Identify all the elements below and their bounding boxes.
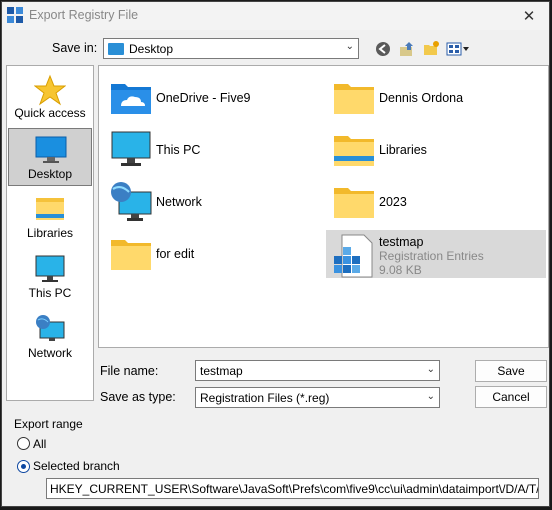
view-grid-icon bbox=[446, 42, 469, 56]
place-libraries[interactable]: Libraries bbox=[8, 188, 92, 246]
save-in-label: Save in: bbox=[52, 41, 98, 55]
place-network[interactable]: Network bbox=[8, 308, 92, 366]
selected-branch-input[interactable]: HKEY_CURRENT_USER\Software\JavaSoft\Pref… bbox=[46, 478, 539, 499]
file-name: 2023 bbox=[379, 195, 407, 209]
places-bar: Quick access Desktop Libraries This PC N… bbox=[6, 65, 94, 401]
up-folder-button[interactable] bbox=[397, 39, 417, 59]
file-type: Registration Entries bbox=[379, 249, 484, 263]
file-name: testmap bbox=[379, 235, 424, 249]
folder-icon bbox=[111, 240, 151, 270]
back-button[interactable] bbox=[373, 39, 393, 59]
file-item[interactable]: 2023 bbox=[326, 178, 546, 226]
place-label: Network bbox=[27, 346, 72, 360]
radio-selected-branch-label: Selected branch bbox=[33, 459, 120, 473]
save-button[interactable]: Save bbox=[475, 360, 547, 382]
chevron-down-icon: ⌄ bbox=[426, 391, 435, 402]
radio-all-label: All bbox=[33, 437, 47, 451]
file-name: This PC bbox=[156, 143, 201, 157]
monitor-icon bbox=[111, 131, 151, 166]
place-label: Desktop bbox=[27, 167, 73, 181]
radio-all[interactable] bbox=[17, 437, 30, 450]
place-label: Quick access bbox=[14, 106, 86, 120]
view-menu-button[interactable] bbox=[445, 39, 471, 59]
file-name: Network bbox=[156, 195, 202, 209]
file-name: for edit bbox=[156, 247, 195, 261]
new-folder-icon bbox=[424, 41, 439, 55]
save-in-value: Desktop bbox=[129, 41, 174, 56]
export-range-label: Export range bbox=[14, 417, 83, 431]
export-registry-dialog: Export Registry File ✕ Save in: Desktop … bbox=[1, 1, 550, 507]
folder-icon bbox=[334, 84, 374, 114]
folder-icon bbox=[334, 188, 374, 218]
file-size: 9.08 KB bbox=[379, 263, 422, 277]
place-quick-access[interactable]: Quick access bbox=[8, 68, 92, 126]
save-as-type-label: Save as type: bbox=[100, 390, 176, 404]
chevron-down-icon: ⌄ bbox=[345, 41, 354, 52]
place-label: Libraries bbox=[26, 226, 74, 240]
file-name: Dennis Ordona bbox=[379, 91, 464, 105]
file-item[interactable]: OneDrive - Five9 bbox=[103, 74, 323, 122]
file-item-selected[interactable]: testmap Registration Entries 9.08 KB bbox=[326, 230, 546, 278]
onedrive-folder-icon bbox=[111, 84, 151, 114]
file-list: OneDrive - Five9 Dennis Ordona This PC L… bbox=[98, 65, 549, 348]
place-desktop[interactable]: Desktop bbox=[8, 128, 92, 186]
desktop-icon bbox=[35, 136, 67, 163]
file-item[interactable]: This PC bbox=[103, 126, 323, 174]
save-as-type-value: Registration Files (*.reg) bbox=[200, 390, 330, 405]
close-icon: ✕ bbox=[522, 8, 536, 25]
file-name-label: File name: bbox=[100, 364, 159, 378]
libraries-folder-icon bbox=[334, 136, 374, 166]
file-name-value: testmap bbox=[200, 363, 243, 378]
place-this-pc[interactable]: This PC bbox=[8, 248, 92, 306]
file-item[interactable]: for edit bbox=[103, 230, 323, 278]
file-name: Libraries bbox=[379, 143, 427, 157]
desktop-small-icon bbox=[108, 42, 124, 55]
save-in-dropdown[interactable]: Desktop ⌄ bbox=[103, 38, 359, 59]
file-item[interactable]: Dennis Ordona bbox=[326, 74, 546, 122]
star-icon bbox=[34, 74, 66, 106]
network-icon bbox=[111, 182, 152, 221]
file-name-field[interactable]: testmap ⌄ bbox=[195, 360, 440, 381]
file-item[interactable]: Libraries bbox=[326, 126, 546, 174]
up-folder-icon bbox=[400, 42, 413, 56]
place-label: This PC bbox=[28, 286, 72, 300]
window-title: Export Registry File bbox=[29, 8, 139, 22]
cancel-button[interactable]: Cancel bbox=[475, 386, 547, 408]
back-arrow-icon bbox=[376, 42, 390, 56]
network-icon bbox=[36, 315, 65, 341]
file-item[interactable]: Network bbox=[103, 178, 323, 226]
file-name: OneDrive - Five9 bbox=[156, 91, 251, 105]
branch-path-value: HKEY_CURRENT_USER\Software\JavaSoft\Pref… bbox=[50, 481, 539, 496]
new-folder-button[interactable] bbox=[421, 39, 441, 59]
save-as-type-dropdown[interactable]: Registration Files (*.reg) ⌄ bbox=[195, 387, 440, 408]
monitor-icon bbox=[35, 255, 65, 282]
title-bar: Export Registry File ✕ bbox=[2, 2, 549, 30]
chevron-down-icon: ⌄ bbox=[426, 364, 435, 375]
registry-file-icon bbox=[334, 234, 373, 278]
radio-selected-branch[interactable] bbox=[17, 460, 30, 473]
regedit-app-icon bbox=[7, 7, 23, 23]
close-button[interactable]: ✕ bbox=[515, 5, 543, 27]
libraries-icon bbox=[36, 198, 64, 220]
